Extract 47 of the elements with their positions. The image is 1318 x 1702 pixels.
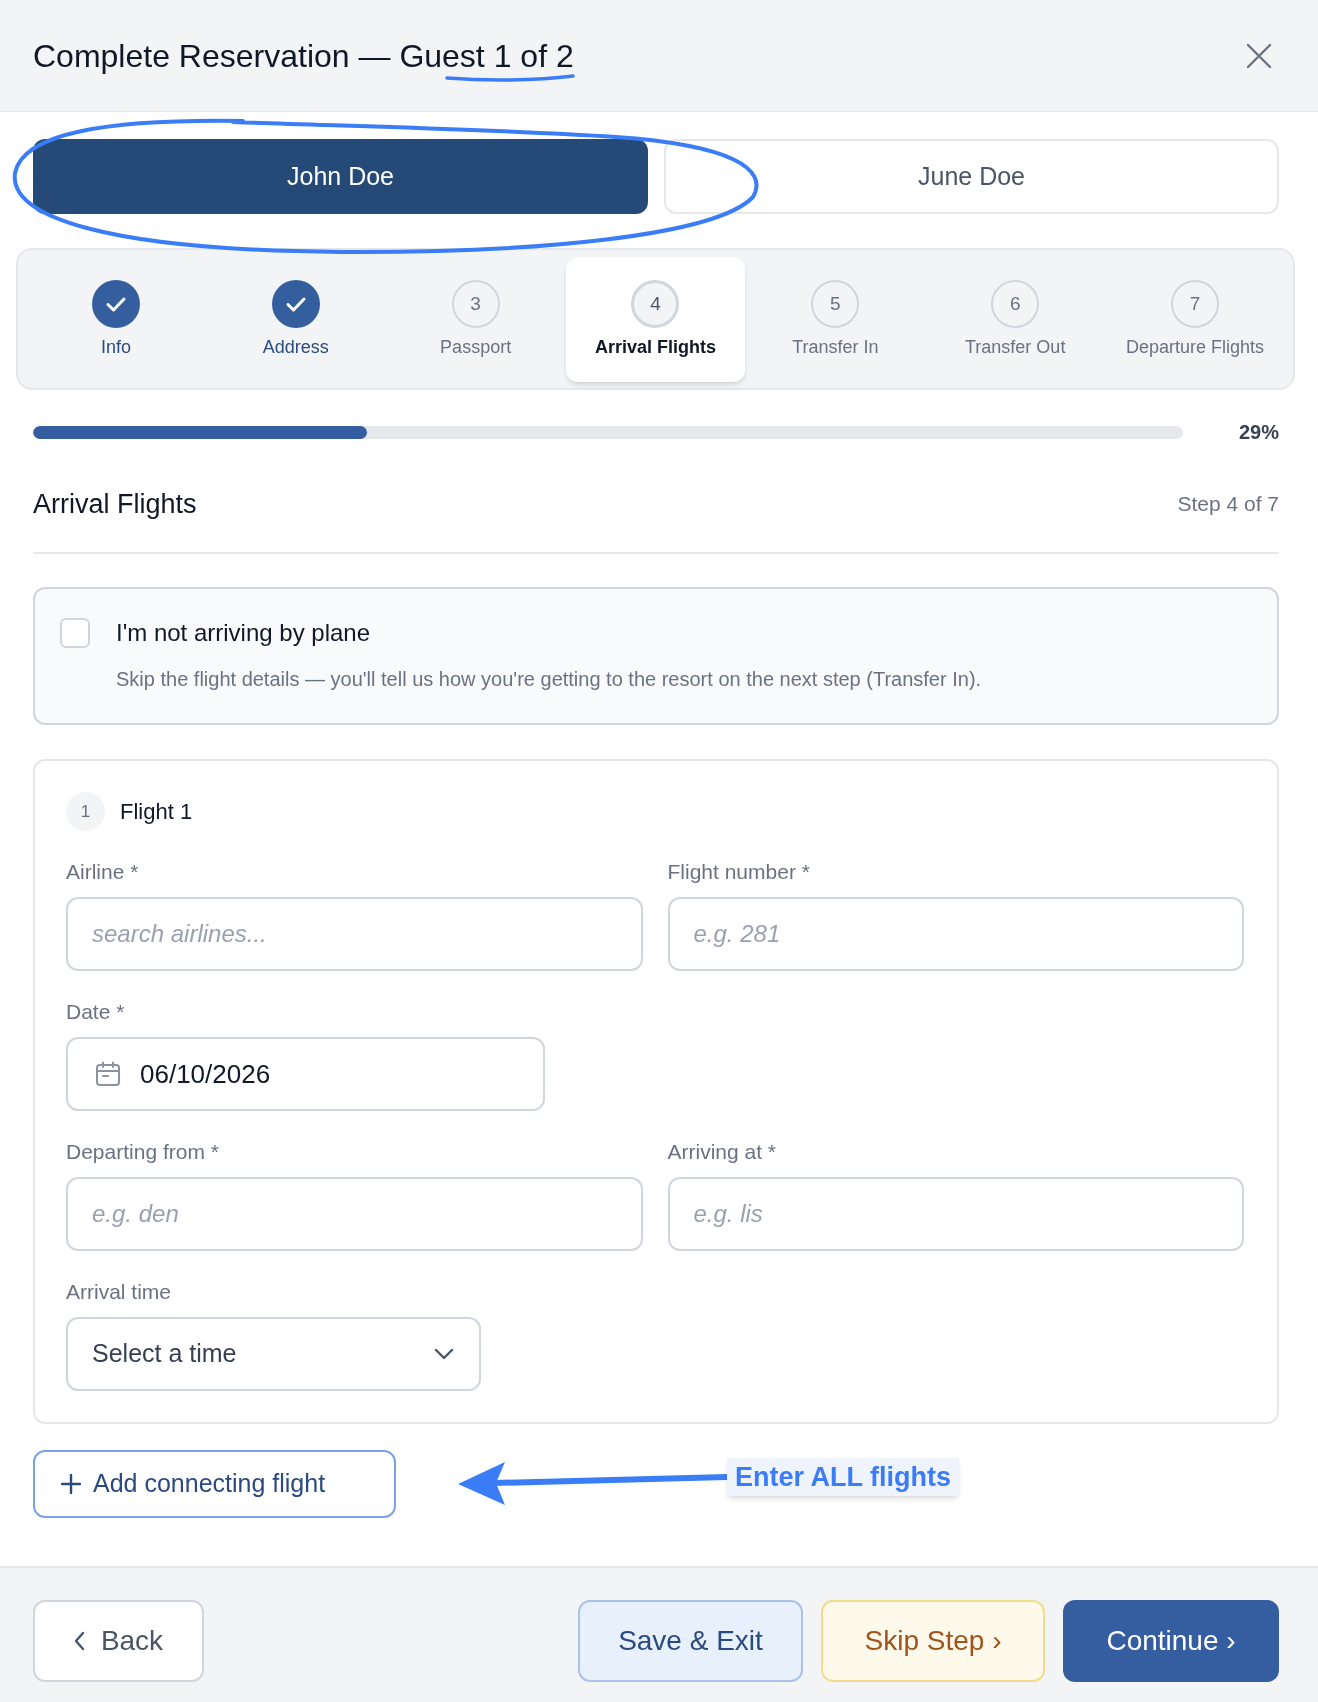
step-tab[interactable]: Address [205, 257, 386, 382]
dialog-title: Complete Reservation — Guest 1 of 2 [33, 36, 574, 76]
input-field[interactable]: e.g. den [66, 1177, 643, 1251]
step-number: 7 [1171, 280, 1220, 328]
step-tab[interactable]: 7 Departure Flights [1105, 257, 1285, 382]
field-label: Arrival time [66, 1279, 172, 1305]
annotation-label: Enter ALL flights [727, 1458, 959, 1496]
section-title: Arrival Flights [33, 488, 197, 521]
step-tab[interactable]: Info [26, 257, 206, 382]
skip-step-button[interactable]: Skip Step › [821, 1600, 1045, 1682]
chevron-left-icon [73, 1631, 85, 1651]
flight-title: Flight 1 [120, 798, 193, 826]
add-connecting-flight-button[interactable]: Add connecting flight [33, 1450, 396, 1518]
step-number: 5 [811, 280, 860, 328]
checkbox-label: I'm not arriving by plane [116, 618, 372, 648]
option-description: Skip the flight details — you'll tell us how you're getting to the resort on the next step (Transfer In). [116, 667, 982, 692]
date-field[interactable]: 06/10/2026 [66, 1037, 545, 1111]
field-label: Flight number * [667, 859, 811, 885]
input-field[interactable]: e.g. lis [667, 1177, 1244, 1251]
step-number: 3 [451, 280, 500, 328]
progress-percent: 29% [1238, 420, 1279, 445]
step-tab[interactable]: 5 Transfer In [745, 257, 926, 382]
step-number: 6 [991, 280, 1040, 328]
guest-tab[interactable]: June Doe [664, 139, 1279, 214]
checkbox[interactable] [60, 618, 90, 648]
step-number: 4 [631, 280, 680, 328]
step-tab[interactable]: 4 Arrival Flights [565, 257, 746, 382]
step-tab[interactable]: 6 Transfer Out [925, 257, 1106, 382]
save-exit-button[interactable]: Save & Exit [578, 1600, 803, 1682]
field-label: Arriving at * [667, 1139, 778, 1165]
step-tab[interactable]: 3 Passport [385, 257, 566, 382]
input-field[interactable]: e.g. 281 [667, 897, 1244, 971]
step-counter: Step 4 of 7 [1177, 491, 1279, 518]
chevron-down-icon [434, 1348, 454, 1360]
field-label: Date * [66, 999, 126, 1025]
continue-button[interactable]: Continue › [1063, 1600, 1279, 1682]
close-button[interactable] [1246, 42, 1272, 69]
field-label: Departing from * [66, 1139, 220, 1165]
guest-tab[interactable]: John Doe [33, 139, 648, 214]
back-button[interactable]: Back [33, 1600, 204, 1682]
input-field[interactable]: search airlines... [66, 897, 643, 971]
close-icon [1246, 42, 1272, 69]
calendar-icon [95, 1061, 121, 1087]
field-label: Airline * [66, 859, 140, 885]
time-select[interactable]: Select a time [66, 1317, 481, 1391]
flight-number-badge: 1 [66, 792, 105, 831]
plus-icon [61, 1474, 81, 1494]
